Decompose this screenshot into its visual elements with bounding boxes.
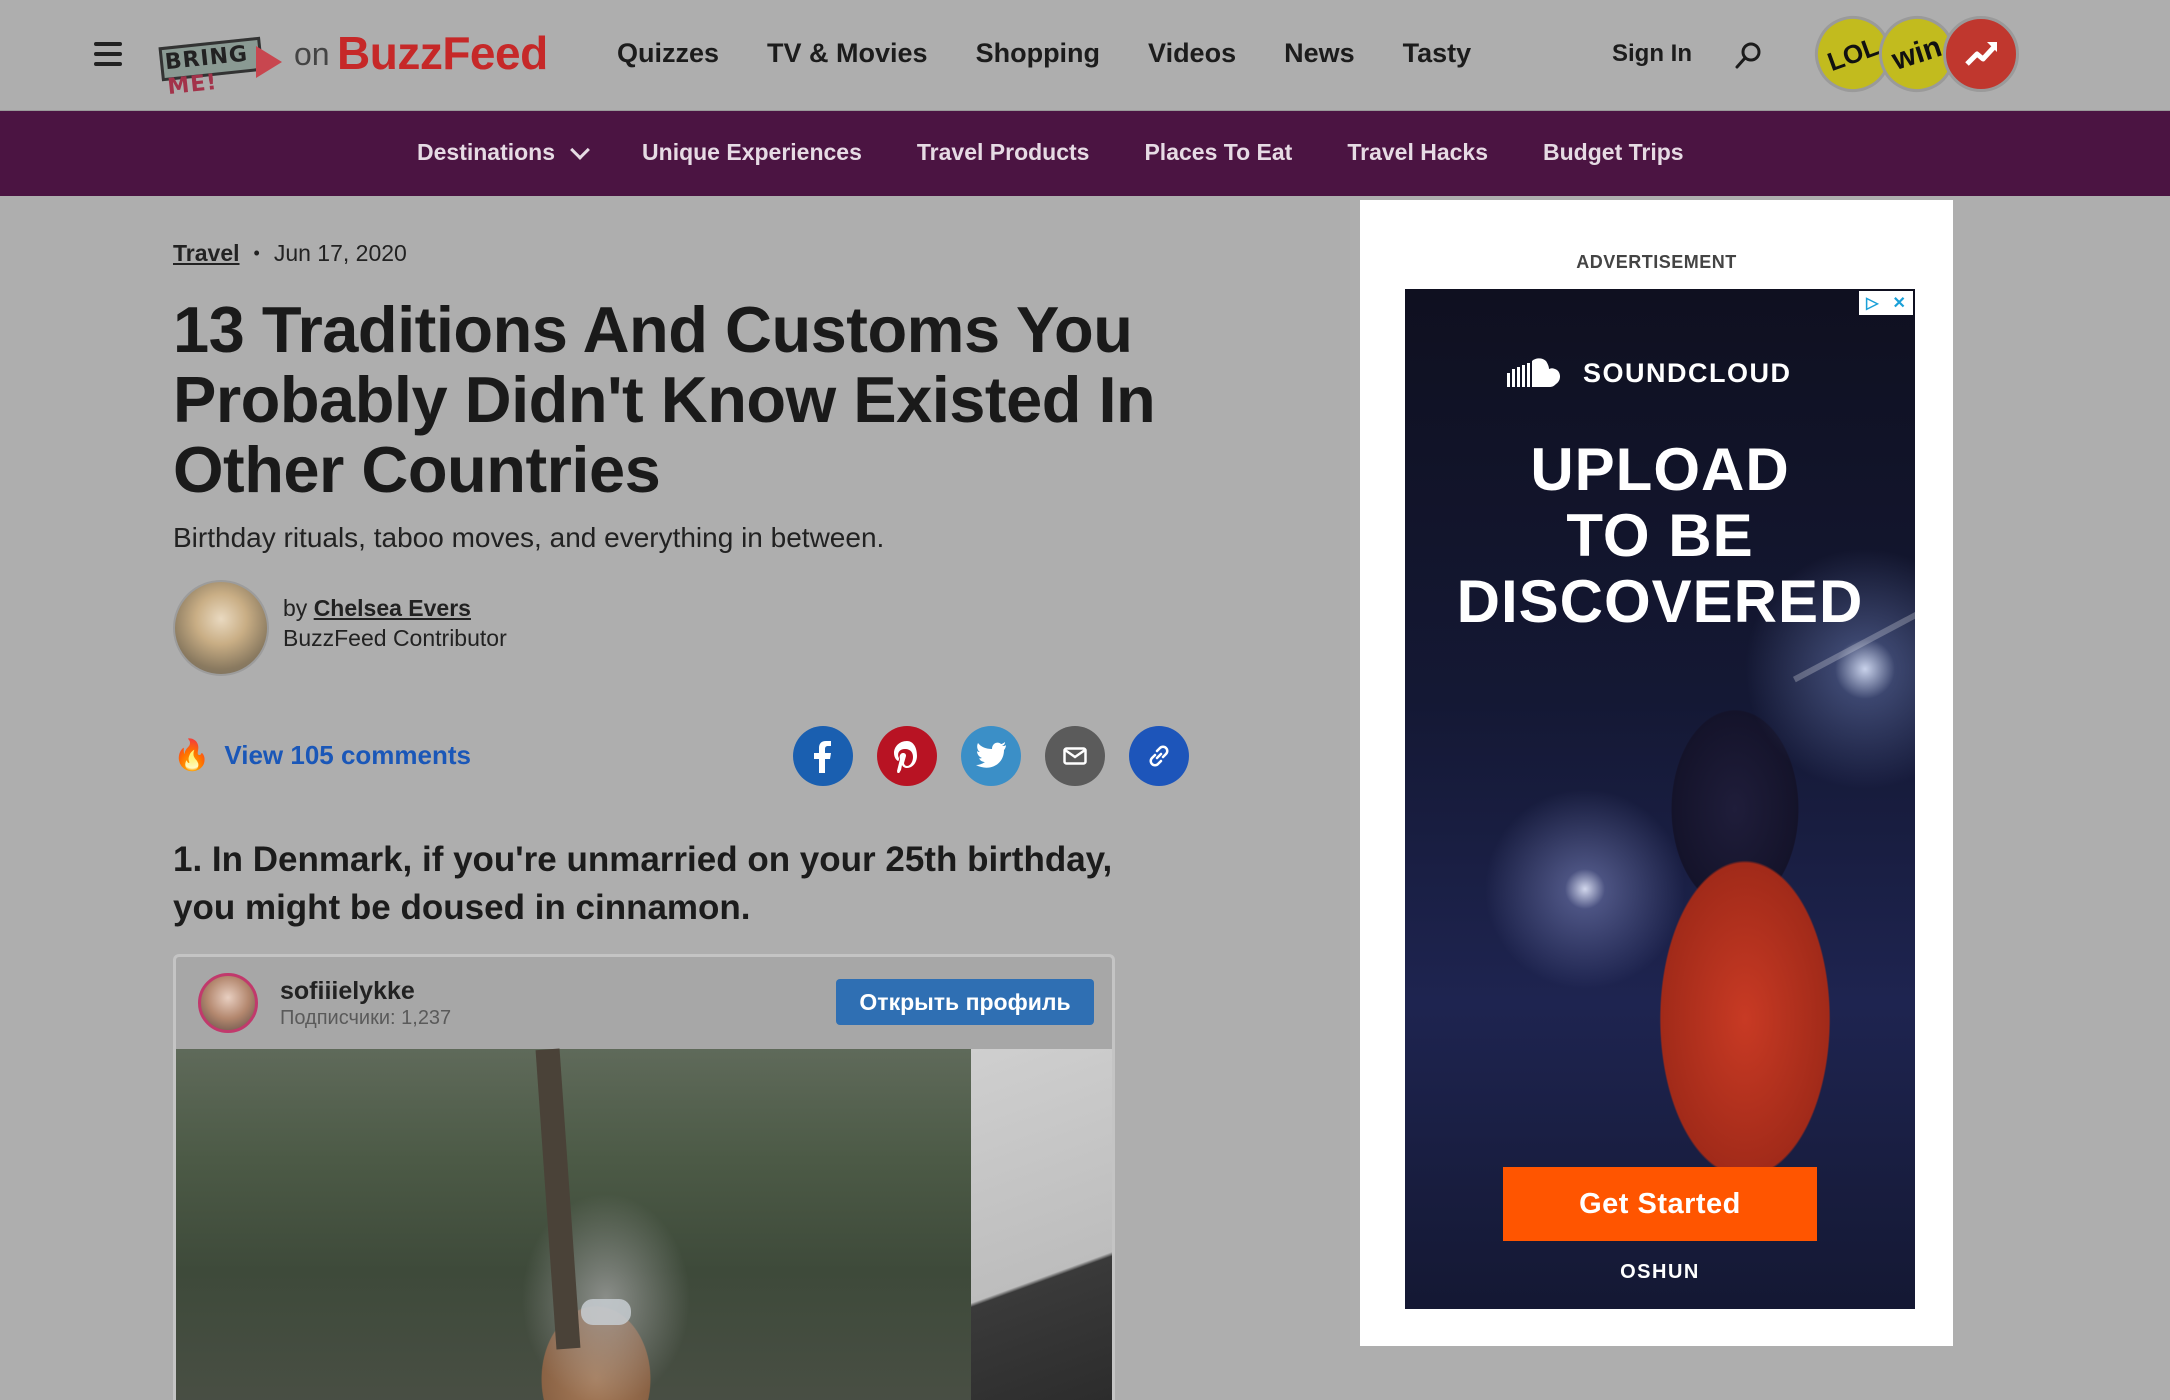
instagram-avatar[interactable]	[198, 973, 258, 1033]
ad-headline-line-3: DISCOVERED	[1456, 568, 1864, 635]
soundcloud-cloud-icon	[1507, 358, 1561, 387]
link-icon	[1149, 745, 1169, 767]
subnav-places-to-eat[interactable]: Places To Eat	[1144, 139, 1292, 166]
ad-artist-name: OSHUN	[1620, 1261, 1700, 1283]
article-dek: Birthday rituals, taboo moves, and every…	[173, 522, 885, 553]
nav-videos[interactable]: Videos	[1148, 38, 1236, 69]
ad-headline-line-2: TO BE	[1566, 502, 1754, 569]
sign-in-link[interactable]: Sign In	[1612, 40, 1692, 68]
email-icon	[1063, 747, 1087, 765]
adchoices-icon[interactable]: ▷ ✕	[1859, 291, 1913, 315]
article: Travel • Jun 17, 2020 13 Traditions And …	[173, 240, 1223, 1400]
instagram-embed: sofiiielykke Подписчики: 1,237 Открыть п…	[173, 954, 1115, 1400]
author-line: by Chelsea Evers	[283, 593, 507, 623]
twitter-share-button[interactable]	[961, 726, 1021, 786]
email-share-button[interactable]	[1045, 726, 1105, 786]
view-comments-link[interactable]: 🔥 View 105 comments	[173, 738, 471, 773]
author-role: BuzzFeed Contributor	[283, 625, 507, 651]
comments-label: View 105 comments	[224, 740, 472, 770]
photo-tree-trunk	[535, 1048, 581, 1350]
pinterest-icon	[894, 741, 917, 773]
trending-icon	[1965, 42, 1997, 66]
instagram-embed-header: sofiiielykke Подписчики: 1,237 Открыть п…	[176, 957, 1112, 1047]
share-row: 🔥 View 105 comments	[173, 726, 1223, 786]
fire-icon: 🔥	[173, 739, 211, 772]
author-avatar[interactable]	[173, 580, 269, 676]
category-link[interactable]: Travel	[173, 240, 240, 267]
buzzfeed-logo[interactable]: BuzzFeed	[337, 26, 548, 80]
pinterest-share-button[interactable]	[877, 726, 937, 786]
subnav-items: Destinations Unique Experiences Travel P…	[417, 139, 1739, 166]
article-meta: Travel • Jun 17, 2020	[173, 240, 1223, 267]
ad-headline-line-1: UPLOAD	[1530, 436, 1790, 503]
open-profile-button[interactable]: Открыть профиль	[836, 979, 1094, 1025]
advertisement-label: ADVERTISEMENT	[1576, 252, 1737, 272]
author-link[interactable]: Chelsea Evers	[314, 595, 471, 621]
trending-badge[interactable]	[1943, 16, 2019, 92]
subnav-destinations[interactable]: Destinations	[417, 139, 590, 166]
adchoices-play-icon: ▷	[1866, 295, 1879, 312]
close-icon[interactable]: ✕	[1893, 293, 1906, 313]
instagram-photo-next[interactable]	[971, 1049, 1112, 1400]
chevron-down-icon	[570, 139, 590, 160]
publish-date: Jun 17, 2020	[273, 240, 407, 266]
travel-subnav: Destinations Unique Experiences Travel P…	[0, 111, 2170, 196]
nav-shopping[interactable]: Shopping	[976, 38, 1100, 69]
copy-link-button[interactable]	[1129, 726, 1189, 786]
subnav-destinations-label: Destinations	[417, 139, 556, 165]
on-text: on	[294, 36, 330, 72]
ad-headline: UPLOAD TO BE DISCOVERED	[1405, 437, 1915, 635]
facebook-icon	[814, 741, 831, 773]
subnav-budget-trips[interactable]: Budget Trips	[1543, 139, 1684, 166]
nav-tasty[interactable]: Tasty	[1403, 38, 1472, 69]
byline-text: by Chelsea Evers BuzzFeed Contributor	[283, 593, 507, 653]
nav-quizzes[interactable]: Quizzes	[617, 38, 719, 69]
subnav-travel-hacks[interactable]: Travel Hacks	[1347, 139, 1488, 166]
nav-tv-movies[interactable]: TV & Movies	[767, 38, 928, 69]
get-started-button[interactable]: Get Started	[1503, 1167, 1817, 1241]
soundcloud-wordmark: SOUNDCLOUD	[1583, 357, 1792, 388]
instagram-username[interactable]: sofiiielykke	[280, 977, 415, 1006]
search-icon[interactable]	[1734, 40, 1764, 70]
ad-creative[interactable]: ▷ ✕ SOUNDCLOUD UPLOAD TO BE DISCOVERED G…	[1405, 289, 1915, 1309]
twitter-icon	[976, 742, 1006, 768]
reaction-badges: LOL win	[1804, 5, 2025, 103]
advertisement-panel: ADVERTISEMENT ▷ ✕ SOUNDCLOUD UPLOAD TO B…	[1360, 200, 1953, 1346]
byline: by Chelsea Evers BuzzFeed Contributor	[173, 580, 1223, 676]
meta-separator: •	[253, 243, 260, 263]
photo-goggles	[581, 1299, 631, 1325]
instagram-photo[interactable]	[176, 1048, 971, 1400]
site-header: BRING ME! on BuzzFeed Quizzes TV & Movie…	[0, 0, 2170, 111]
subnav-unique-experiences[interactable]: Unique Experiences	[642, 139, 862, 166]
subnav-travel-products[interactable]: Travel Products	[917, 139, 1090, 166]
menu-icon[interactable]	[94, 42, 122, 66]
article-title: 13 Traditions And Customs You Probably D…	[173, 293, 1156, 506]
soundcloud-logo: SOUNDCLOUD	[1505, 355, 1792, 391]
by-label: by	[283, 595, 308, 621]
instagram-followers: Подписчики: 1,237	[280, 1007, 452, 1029]
facebook-share-button[interactable]	[793, 726, 853, 786]
list-item-heading: 1. In Denmark, if you're unmarried on yo…	[173, 840, 1113, 927]
main-nav: Quizzes TV & Movies Shopping Videos News…	[617, 38, 1519, 69]
bring-me-logo[interactable]: BRING ME!	[158, 32, 284, 100]
share-icons	[793, 726, 1213, 786]
me-word: ME!	[166, 69, 219, 101]
nav-news[interactable]: News	[1284, 38, 1355, 69]
